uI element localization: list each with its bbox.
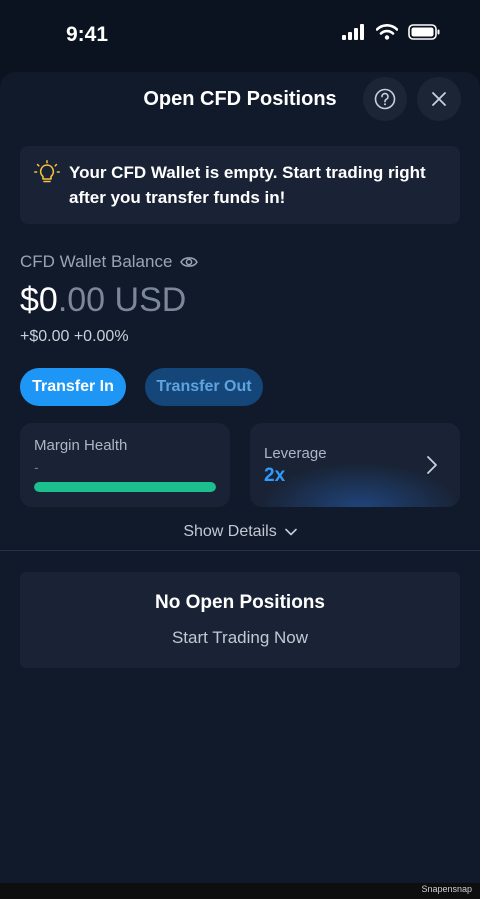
margin-health-card: Margin Health - (20, 423, 230, 507)
help-button[interactable] (363, 77, 407, 121)
help-icon (374, 88, 396, 110)
divider (0, 550, 480, 551)
show-details-label: Show Details (183, 523, 277, 540)
balance-amount: $0.00 USD (20, 280, 186, 320)
page-title: Open CFD Positions (143, 88, 337, 110)
bottom-strip: Snapensnap (0, 883, 480, 899)
wifi-icon (376, 24, 398, 40)
transfer-out-button[interactable]: Transfer Out (145, 368, 263, 406)
status-time: 9:41 (66, 23, 109, 46)
margin-health-fill (34, 482, 216, 492)
balance-amount-rest: .00 USD (57, 281, 187, 319)
balance-label-row: CFD Wallet Balance (20, 252, 199, 272)
signal-icon (342, 24, 364, 40)
close-icon (432, 92, 446, 106)
transfer-in-button[interactable]: Transfer In (20, 368, 126, 406)
notice-text: Your CFD Wallet is empty. Start trading … (69, 163, 426, 207)
battery-icon (408, 24, 440, 40)
status-icons (342, 24, 440, 40)
watermark: Snapensnap (421, 884, 472, 894)
balance-amount-whole: $0 (20, 281, 58, 319)
empty-positions-title: No Open Positions (155, 592, 325, 613)
start-trading-link[interactable]: Start Trading Now (20, 628, 460, 648)
positions-sheet: Open CFD Positions Your CFD Wallet is em… (0, 72, 480, 883)
chevron-right-icon (427, 456, 437, 474)
empty-wallet-notice: Your CFD Wallet is empty. Start trading … (20, 146, 460, 224)
margin-health-label: Margin Health (34, 437, 128, 454)
lightbulb-icon (34, 160, 60, 183)
balance-label: CFD Wallet Balance (20, 252, 173, 271)
leverage-value: 2x (264, 465, 286, 486)
eye-icon[interactable] (180, 255, 199, 269)
margin-health-bar (34, 482, 216, 492)
close-button[interactable] (417, 77, 461, 121)
leverage-label: Leverage (264, 445, 327, 462)
show-details-toggle[interactable]: Show Details (0, 523, 480, 541)
empty-positions-card: No Open Positions Start Trading Now (20, 572, 460, 668)
status-bar: 9:41 (0, 0, 480, 72)
balance-change: +$0.00 +0.00% (20, 328, 129, 345)
margin-health-value: - (34, 459, 39, 475)
chevron-down-icon (284, 528, 297, 536)
leverage-card[interactable]: Leverage 2x (250, 423, 460, 507)
